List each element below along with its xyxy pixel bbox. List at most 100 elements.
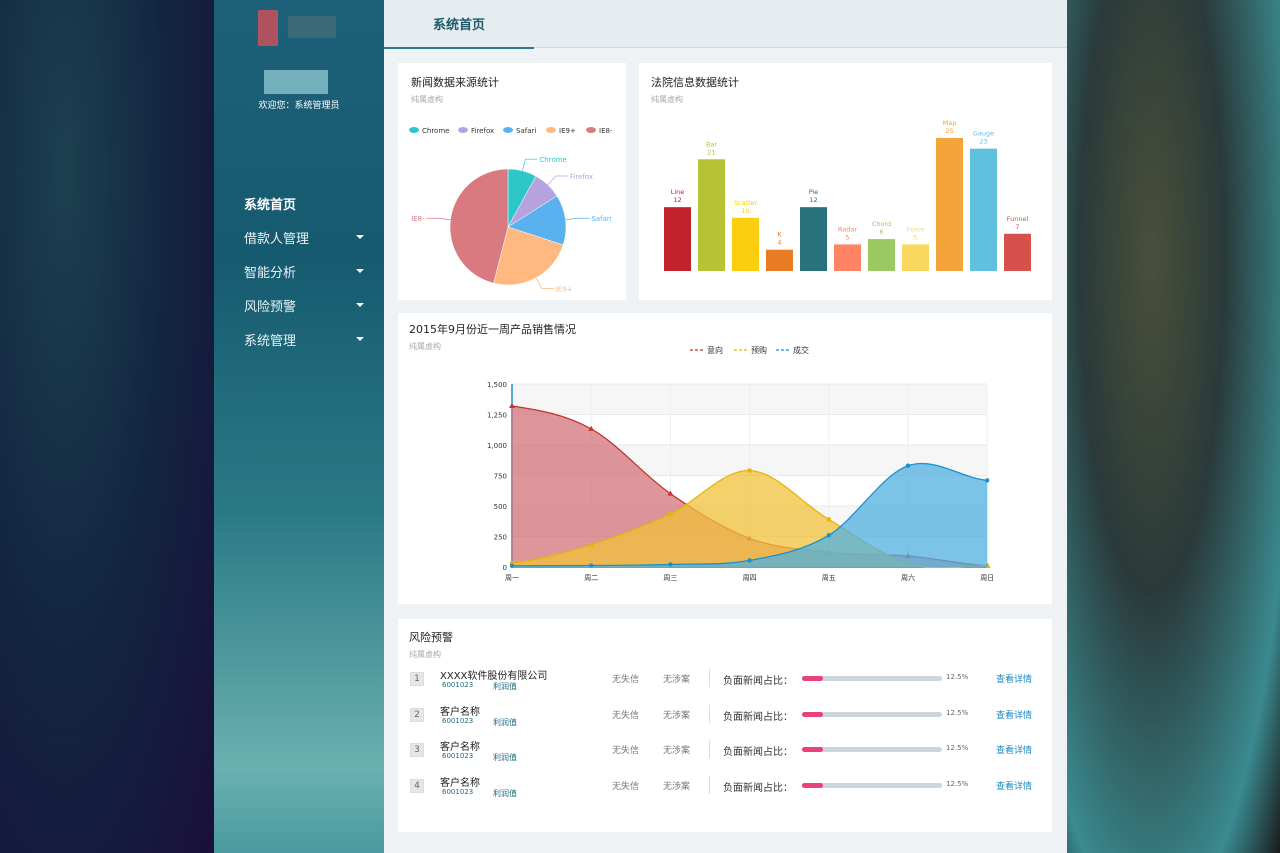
sidebar-item-label: 智能分析: [244, 262, 296, 281]
bar-value-label: 12: [809, 196, 817, 204]
data-point-circle: [747, 558, 751, 562]
case-status: 无涉案: [663, 779, 690, 792]
x-tick-label: 周一: [505, 574, 519, 582]
progress-fill: [802, 676, 823, 681]
logo-mark: [258, 10, 278, 46]
bar-category-label: Gauge: [973, 130, 994, 138]
negative-news-percent: 12.5%: [946, 780, 968, 788]
x-tick-label: 周六: [901, 573, 915, 582]
sidebar-item-system[interactable]: 系统管理: [244, 322, 364, 356]
profit-label: 利润值: [493, 752, 517, 763]
slice-label: Firefox: [570, 173, 593, 181]
slice-label: IE8-: [411, 215, 425, 223]
y-tick-label: 0: [503, 564, 507, 572]
divider: [709, 776, 710, 794]
legend-swatch: [503, 127, 513, 133]
x-tick-label: 周日: [980, 574, 994, 582]
bar: [936, 138, 963, 271]
bar: [1004, 234, 1031, 271]
data-point-circle: [668, 562, 672, 566]
sidebar-item-label: 借款人管理: [244, 228, 309, 247]
credit-status: 无失信: [612, 708, 639, 721]
x-tick-label: 周四: [743, 574, 757, 582]
negative-news-progress: [802, 712, 942, 717]
profit-label: 利润值: [493, 788, 517, 799]
bar-value-label: 10: [741, 207, 749, 215]
row-number: 4: [410, 779, 424, 793]
bar: [664, 207, 691, 271]
sidebar-item-label: 系统首页: [244, 194, 296, 213]
bar: [800, 207, 827, 271]
line-card: 2015年9月份近一周产品销售情况 纯属虚构 0周一250周二500周三750周…: [398, 313, 1052, 604]
bar-category-label: Funnel: [1007, 215, 1029, 223]
negative-news-percent: 12.5%: [946, 709, 968, 717]
slice-label: Safari: [591, 215, 611, 223]
progress-fill: [802, 783, 823, 788]
divider: [709, 669, 710, 687]
risk-card: 风险预警 纯属虚构 1 XXXX软件股份有限公司 6001023 利润值 无失信…: [398, 619, 1052, 832]
view-details-link[interactable]: 查看详情: [996, 672, 1032, 685]
divider: [709, 705, 710, 723]
bar-category-label: Chord: [872, 220, 891, 228]
sidebar-item-analysis[interactable]: 智能分析: [244, 254, 364, 288]
risk-row: 4 客户名称 6001023 利润值 无失信 无涉案 负面新闻占比： 12.5%…: [398, 768, 1052, 804]
progress-fill: [802, 747, 823, 752]
row-number: 3: [410, 743, 424, 757]
legend-swatch: [586, 127, 596, 133]
label-line: [536, 278, 554, 289]
bar-category-label: Map: [943, 119, 957, 127]
sidebar-item-home[interactable]: 系统首页: [244, 186, 364, 220]
card-subtitle: 纯属虚构: [409, 649, 441, 660]
legend-swatch: [546, 127, 556, 133]
data-point-square: [827, 517, 831, 521]
y-tick-label: 500: [494, 503, 507, 511]
view-details-link[interactable]: 查看详情: [996, 743, 1032, 756]
top-bar: 系统首页: [384, 0, 1067, 48]
company-name: 客户名称: [440, 703, 480, 718]
risk-row: 3 客户名称 6001023 利润值 无失信 无涉案 负面新闻占比： 12.5%…: [398, 732, 1052, 768]
slice-label: IE9+: [556, 285, 573, 293]
divider: [709, 740, 710, 758]
chevron-down-icon: [356, 235, 364, 239]
welcome-text: 欢迎您：系统管理员: [214, 98, 384, 111]
legend-swatch: [458, 127, 468, 133]
label-line: [548, 176, 568, 185]
bar-category-label: Force: [907, 225, 925, 233]
tab-home[interactable]: 系统首页: [384, 0, 534, 49]
bar-category-label: Bar: [706, 140, 717, 148]
bar-value-label: 6: [879, 228, 883, 236]
x-tick-label: 周五: [822, 574, 836, 582]
bar: [698, 159, 725, 271]
bar-category-label: Scatter: [734, 199, 758, 207]
case-status: 无涉案: [663, 672, 690, 685]
x-tick-label: 周三: [663, 574, 677, 582]
negative-news-label: 负面新闻占比：: [723, 708, 793, 723]
bar: [902, 244, 929, 271]
bar-value-label: 21: [707, 148, 715, 156]
sidebar-item-borrowers[interactable]: 借款人管理: [244, 220, 364, 254]
legend-label: IE8-: [599, 127, 613, 135]
chevron-down-icon: [356, 269, 364, 273]
view-details-link[interactable]: 查看详情: [996, 779, 1032, 792]
bar: [970, 149, 997, 271]
data-point-circle: [985, 478, 989, 482]
sidebar-nav: 系统首页 借款人管理 智能分析 风险预警 系统管理: [244, 186, 364, 356]
company-name: 客户名称: [440, 774, 480, 789]
bar: [834, 244, 861, 271]
negative-news-label: 负面新闻占比：: [723, 672, 793, 687]
bar-category-label: Radar: [838, 225, 857, 233]
data-point-square: [668, 512, 672, 516]
view-details-link[interactable]: 查看详情: [996, 708, 1032, 721]
bar-value-label: 5: [845, 233, 849, 241]
profit-label: 利润值: [493, 717, 517, 728]
company-code: 6001023: [442, 788, 473, 796]
chevron-down-icon: [356, 303, 364, 307]
bar-value-label: 5: [913, 233, 917, 241]
pie-chart: ChromeFirefoxSafariIE9+IE8-ChromeFirefox…: [398, 63, 626, 300]
logo-text-blurred: [288, 16, 336, 38]
label-line: [427, 218, 451, 220]
bar: [766, 250, 793, 271]
company-name: XXXX软件股份有限公司: [440, 667, 547, 682]
sidebar-item-risk[interactable]: 风险预警: [244, 288, 364, 322]
bar-value-label: 25: [945, 127, 953, 135]
